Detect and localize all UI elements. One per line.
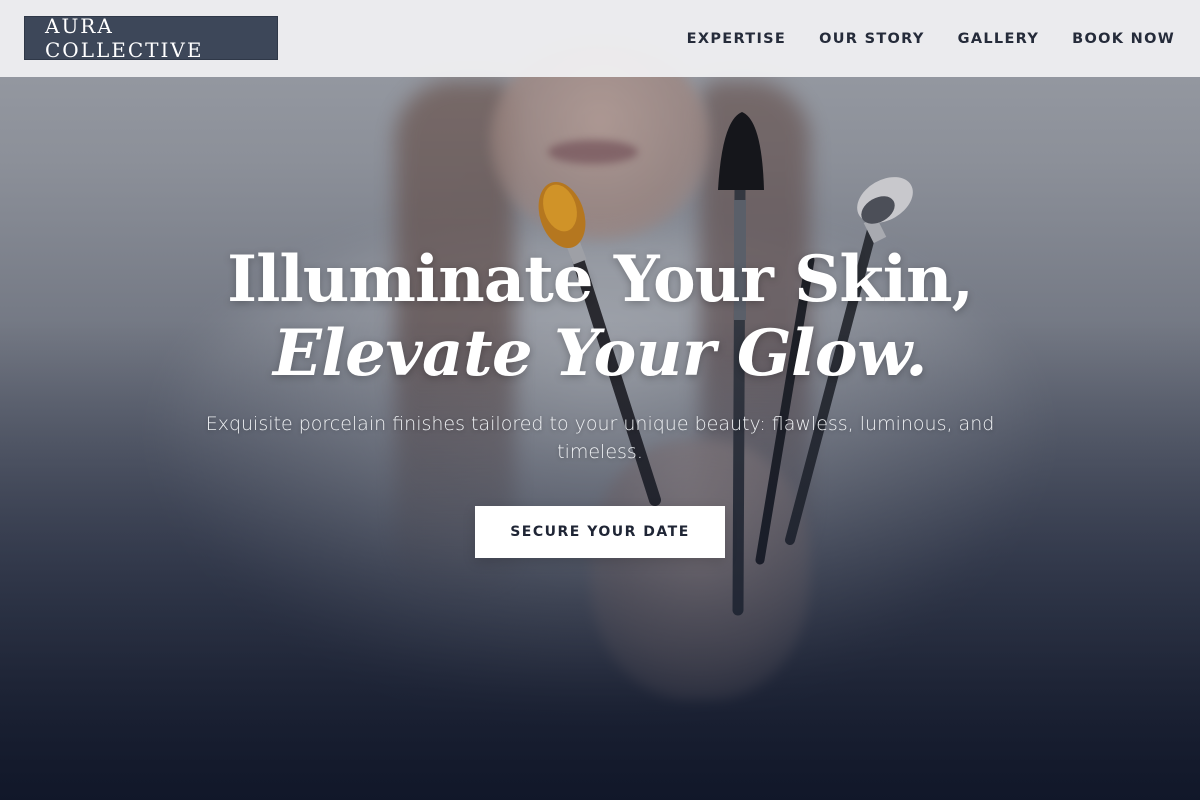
hero-subtitle: Exquisite porcelain finishes tailored to… <box>205 413 995 463</box>
landing-page: AURA COLLECTIVE EXPERTISE OUR STORY GALL… <box>0 0 1200 800</box>
hero-section: Illuminate Your Skin, Elevate Your Glow.… <box>0 0 1200 800</box>
secure-your-date-button[interactable]: SECURE YOUR DATE <box>475 506 725 558</box>
hero-headline-line-2: Elevate Your Glow. <box>273 316 927 391</box>
